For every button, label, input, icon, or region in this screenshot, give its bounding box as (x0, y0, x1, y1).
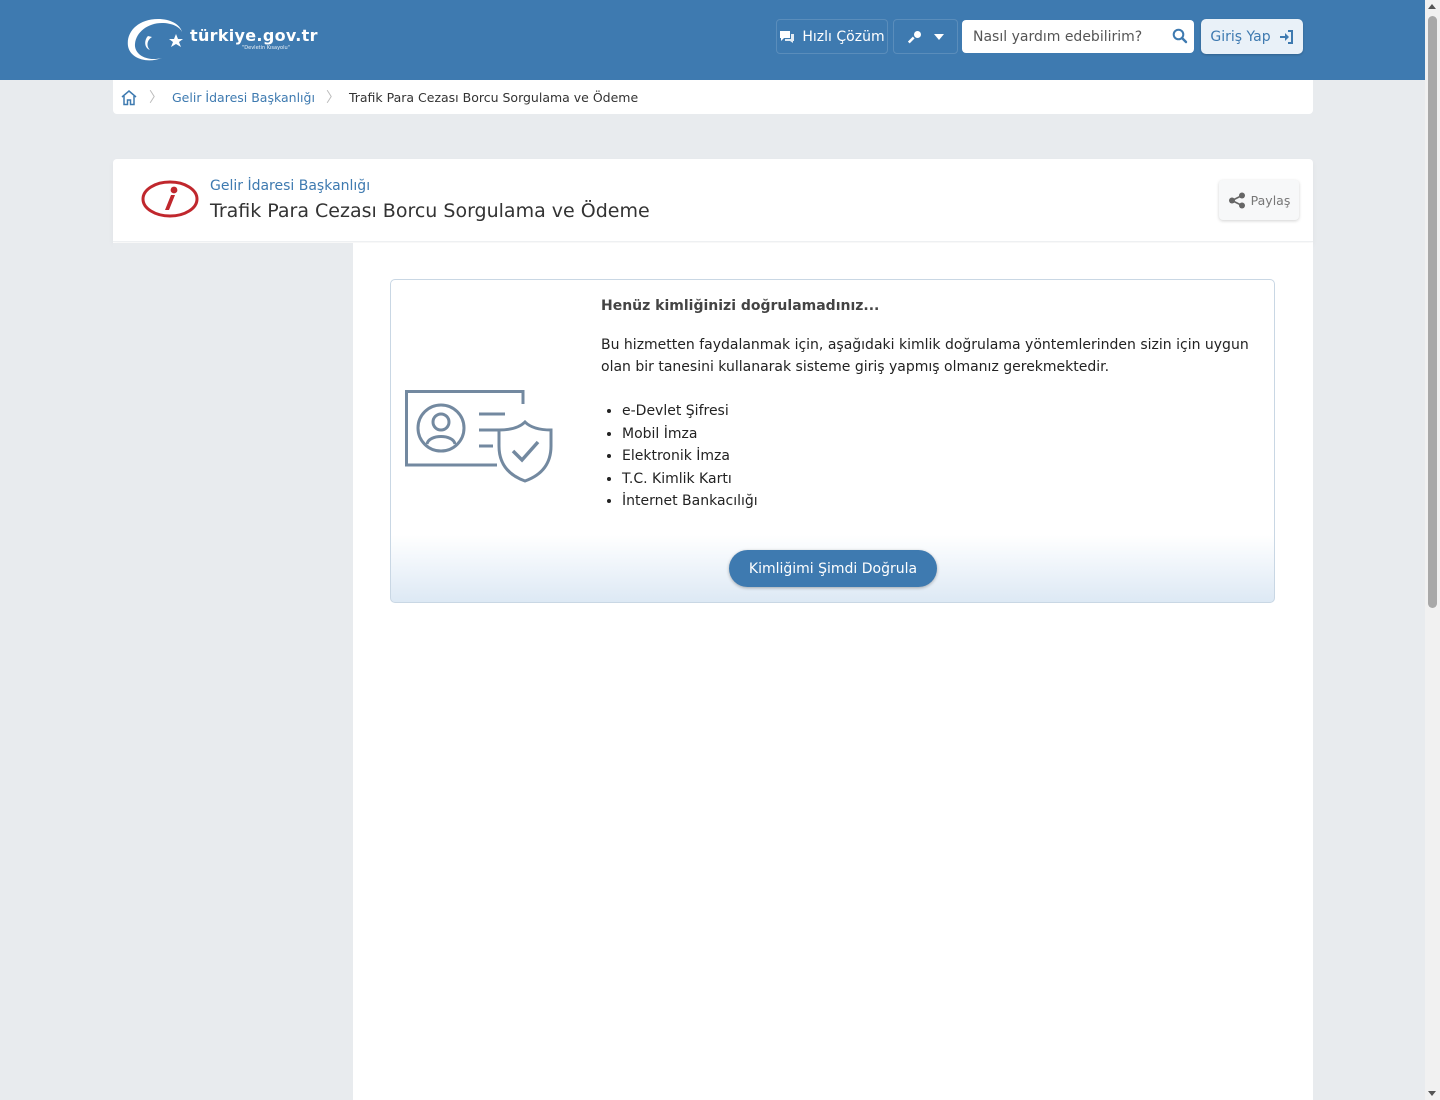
home-icon[interactable] (120, 89, 138, 106)
verify-identity-button[interactable]: Kimliğimi Şimdi Doğrula (729, 550, 937, 587)
auth-method-item: Mobil İmza (622, 423, 758, 446)
tools-dropdown-button[interactable] (893, 19, 958, 54)
breadcrumb-separator: 〉 (149, 90, 163, 106)
quick-solution-button[interactable]: Hızlı Çözüm (776, 19, 888, 54)
service-card: Gelir İdaresi Başkanlığı Trafik Para Cez… (113, 159, 1313, 1100)
share-icon (1228, 192, 1245, 208)
scrollbar-thumb[interactable] (1428, 16, 1437, 608)
key-icon (907, 30, 921, 43)
logo-tagline: "Devletin Kısayolu" (242, 45, 290, 51)
page-scrollbar[interactable] (1425, 0, 1440, 1100)
gib-logo (141, 180, 199, 218)
main-content: Henüz kimliğinizi doğrulamadınız... Bu h… (353, 243, 1313, 1100)
login-label: Giriş Yap (1210, 28, 1271, 45)
share-button[interactable]: Paylaş (1219, 180, 1299, 220)
breadcrumb-institution-link[interactable]: Gelir İdaresi Başkanlığı (172, 90, 315, 105)
breadcrumb: 〉 Gelir İdaresi Başkanlığı 〉 Trafik Para… (113, 80, 1313, 114)
scroll-down-arrow-icon[interactable] (1428, 1091, 1436, 1096)
search-box (962, 20, 1194, 53)
id-card-shield-icon (405, 390, 553, 483)
search-icon[interactable] (1172, 28, 1188, 44)
auth-method-item: e-Devlet Şifresi (622, 400, 758, 423)
institution-name[interactable]: Gelir İdaresi Başkanlığı (210, 178, 370, 194)
auth-title: Henüz kimliğinizi doğrulamadınız... (601, 298, 880, 314)
left-sidebar (113, 243, 353, 1100)
auth-method-item: Elektronik İmza (622, 445, 758, 468)
top-header: türkiye.gov.tr "Devletin Kısayolu" Hızlı… (0, 0, 1425, 80)
search-input[interactable] (962, 20, 1162, 53)
auth-description: Bu hizmetten faydalanmak için, aşağıdaki… (601, 337, 1249, 375)
crescent-star-logo (127, 19, 183, 61)
turkiye-gov-logo[interactable]: türkiye.gov.tr "Devletin Kısayolu" (124, 14, 334, 66)
quick-solution-label: Hızlı Çözüm (802, 28, 885, 45)
breadcrumb-separator: 〉 (325, 90, 340, 106)
sign-in-icon (1279, 29, 1293, 44)
auth-method-item: İnternet Bankacılığı (622, 490, 758, 513)
logo-text: türkiye.gov.tr (190, 26, 318, 45)
scroll-up-arrow-icon[interactable] (1428, 4, 1436, 9)
service-header: Gelir İdaresi Başkanlığı Trafik Para Cez… (113, 159, 1313, 242)
page-title: Trafik Para Cezası Borcu Sorgulama ve Öd… (210, 200, 650, 222)
chevron-down-icon (933, 33, 944, 40)
auth-method-item: T.C. Kimlik Kartı (622, 468, 758, 491)
login-button[interactable]: Giriş Yap (1201, 19, 1303, 54)
auth-methods-list: e-Devlet Şifresi Mobil İmza Elektronik İ… (622, 400, 758, 513)
share-label: Paylaş (1250, 192, 1291, 208)
authentication-box: Henüz kimliğinizi doğrulamadınız... Bu h… (390, 279, 1275, 603)
breadcrumb-current: Trafik Para Cezası Borcu Sorgulama ve Öd… (348, 89, 639, 105)
chat-bubbles-icon (780, 30, 795, 43)
